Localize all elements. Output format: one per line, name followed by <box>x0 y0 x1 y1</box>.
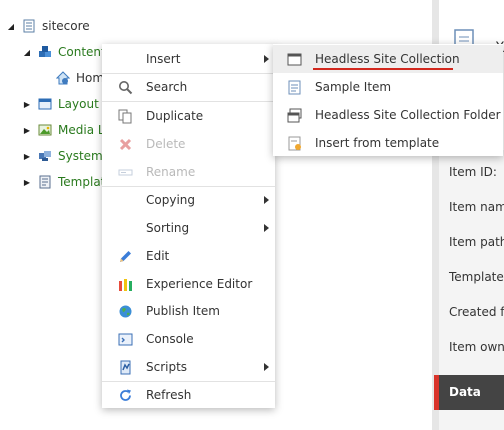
tree-node-system[interactable]: ▶ System <box>22 146 103 166</box>
menu-item-label: Delete <box>146 137 186 151</box>
submenu-item-label: Headless Site Collection Folder <box>315 108 501 122</box>
menu-item-copying[interactable]: Copying <box>102 186 275 214</box>
field-label-template: Template: <box>449 270 504 284</box>
menu-item-label: Duplicate <box>146 109 204 123</box>
menu-item-edit[interactable]: Edit <box>102 242 275 270</box>
template-icon <box>288 136 301 151</box>
templates-icon <box>39 175 51 189</box>
tree-node-label: sitecore <box>42 19 90 33</box>
expand-arrow-icon[interactable]: ▶ <box>22 151 32 161</box>
tree-node-label: Layout <box>58 97 99 111</box>
menu-item-delete[interactable]: Delete <box>102 130 275 158</box>
duplicate-icon <box>118 109 132 124</box>
menu-item-publish-item[interactable]: Publish Item <box>102 297 275 325</box>
field-label-created-from: Created from: <box>449 305 504 319</box>
submenu-item-label: Insert from template <box>315 136 440 150</box>
expand-arrow-icon[interactable]: ▶ <box>22 177 32 187</box>
delete-icon <box>119 138 132 151</box>
menu-item-label: Insert <box>146 52 181 66</box>
tree-node-label: Content <box>58 45 106 59</box>
tree-node-layout[interactable]: ▶ Layout <box>22 94 99 114</box>
menu-item-label: Publish Item <box>146 304 220 318</box>
globe-icon <box>119 305 132 318</box>
menu-item-label: Search <box>146 80 188 94</box>
scripts-icon <box>120 360 131 375</box>
highlight-underline <box>313 68 453 70</box>
menu-item-scripts[interactable]: Scripts <box>102 353 275 381</box>
layout-icon <box>38 98 52 110</box>
tree-node-label: System <box>58 149 103 163</box>
menu-item-label: Experience Editor <box>146 277 253 291</box>
system-icon <box>39 151 51 161</box>
tree-node-sitecore[interactable]: ◢ sitecore <box>6 16 90 36</box>
search-icon <box>119 81 133 95</box>
submenu-item-sample-item[interactable]: Sample Item <box>273 73 503 101</box>
context-menu: Insert Search Duplicate Delete Rename Co… <box>102 44 275 408</box>
folder-window-icon <box>287 108 302 123</box>
document-icon <box>288 80 301 95</box>
rename-icon <box>118 169 133 176</box>
field-label-item-id: Item ID: <box>449 165 497 179</box>
submenu-item-headless-site-collection-folder[interactable]: Headless Site Collection Folder <box>273 101 503 129</box>
console-icon <box>118 333 133 346</box>
submenu-item-label: Sample Item <box>315 80 392 94</box>
window-icon <box>287 53 302 66</box>
tree-node-content[interactable]: ◢ Content <box>22 42 106 62</box>
experience-editor-icon <box>119 279 132 291</box>
menu-item-label: Console <box>146 332 194 346</box>
submenu-item-insert-from-template[interactable]: Insert from template <box>273 129 503 157</box>
menu-item-label: Rename <box>146 165 196 179</box>
collapse-arrow-icon[interactable]: ◢ <box>6 21 16 31</box>
expand-arrow-icon[interactable]: ▶ <box>22 125 32 135</box>
menu-item-rename[interactable]: Rename <box>102 158 275 186</box>
media-library-icon <box>38 124 52 136</box>
content-cubes-icon <box>39 46 51 57</box>
collapse-arrow-icon[interactable]: ◢ <box>22 47 32 57</box>
menu-item-label: Edit <box>146 249 170 263</box>
submenu-arrow-icon <box>264 224 269 232</box>
refresh-icon <box>120 389 131 401</box>
insert-submenu: Headless Site Collection Sample Item Hea… <box>273 44 503 156</box>
field-label-item-path: Item path: <box>449 235 504 249</box>
data-section-label: Data <box>449 385 481 399</box>
page-icon <box>23 19 35 33</box>
field-label-item-owner: Item owner: <box>449 340 504 354</box>
menu-item-label: Copying <box>146 193 195 207</box>
menu-item-sorting[interactable]: Sorting <box>102 214 275 242</box>
pencil-icon <box>120 251 131 262</box>
submenu-item-label: Headless Site Collection <box>315 52 460 66</box>
menu-item-label: Sorting <box>146 221 190 235</box>
menu-item-duplicate[interactable]: Duplicate <box>102 102 275 130</box>
submenu-arrow-icon <box>264 363 269 371</box>
menu-item-experience-editor[interactable]: Experience Editor <box>102 270 275 298</box>
menu-item-refresh[interactable]: Refresh <box>102 381 275 409</box>
submenu-arrow-icon <box>264 196 269 204</box>
field-label-item-name: Item name: <box>449 200 504 214</box>
menu-item-label: Refresh <box>146 388 192 402</box>
expand-arrow-icon[interactable]: ▶ <box>22 99 32 109</box>
menu-item-console[interactable]: Console <box>102 325 275 353</box>
submenu-arrow-icon <box>264 55 269 63</box>
home-icon <box>56 71 70 85</box>
menu-item-insert[interactable]: Insert <box>102 45 275 73</box>
menu-item-search[interactable]: Search <box>102 73 275 101</box>
data-section-accent <box>434 375 439 410</box>
menu-item-label: Scripts <box>146 360 188 374</box>
data-section-header[interactable]: Data <box>439 375 504 410</box>
